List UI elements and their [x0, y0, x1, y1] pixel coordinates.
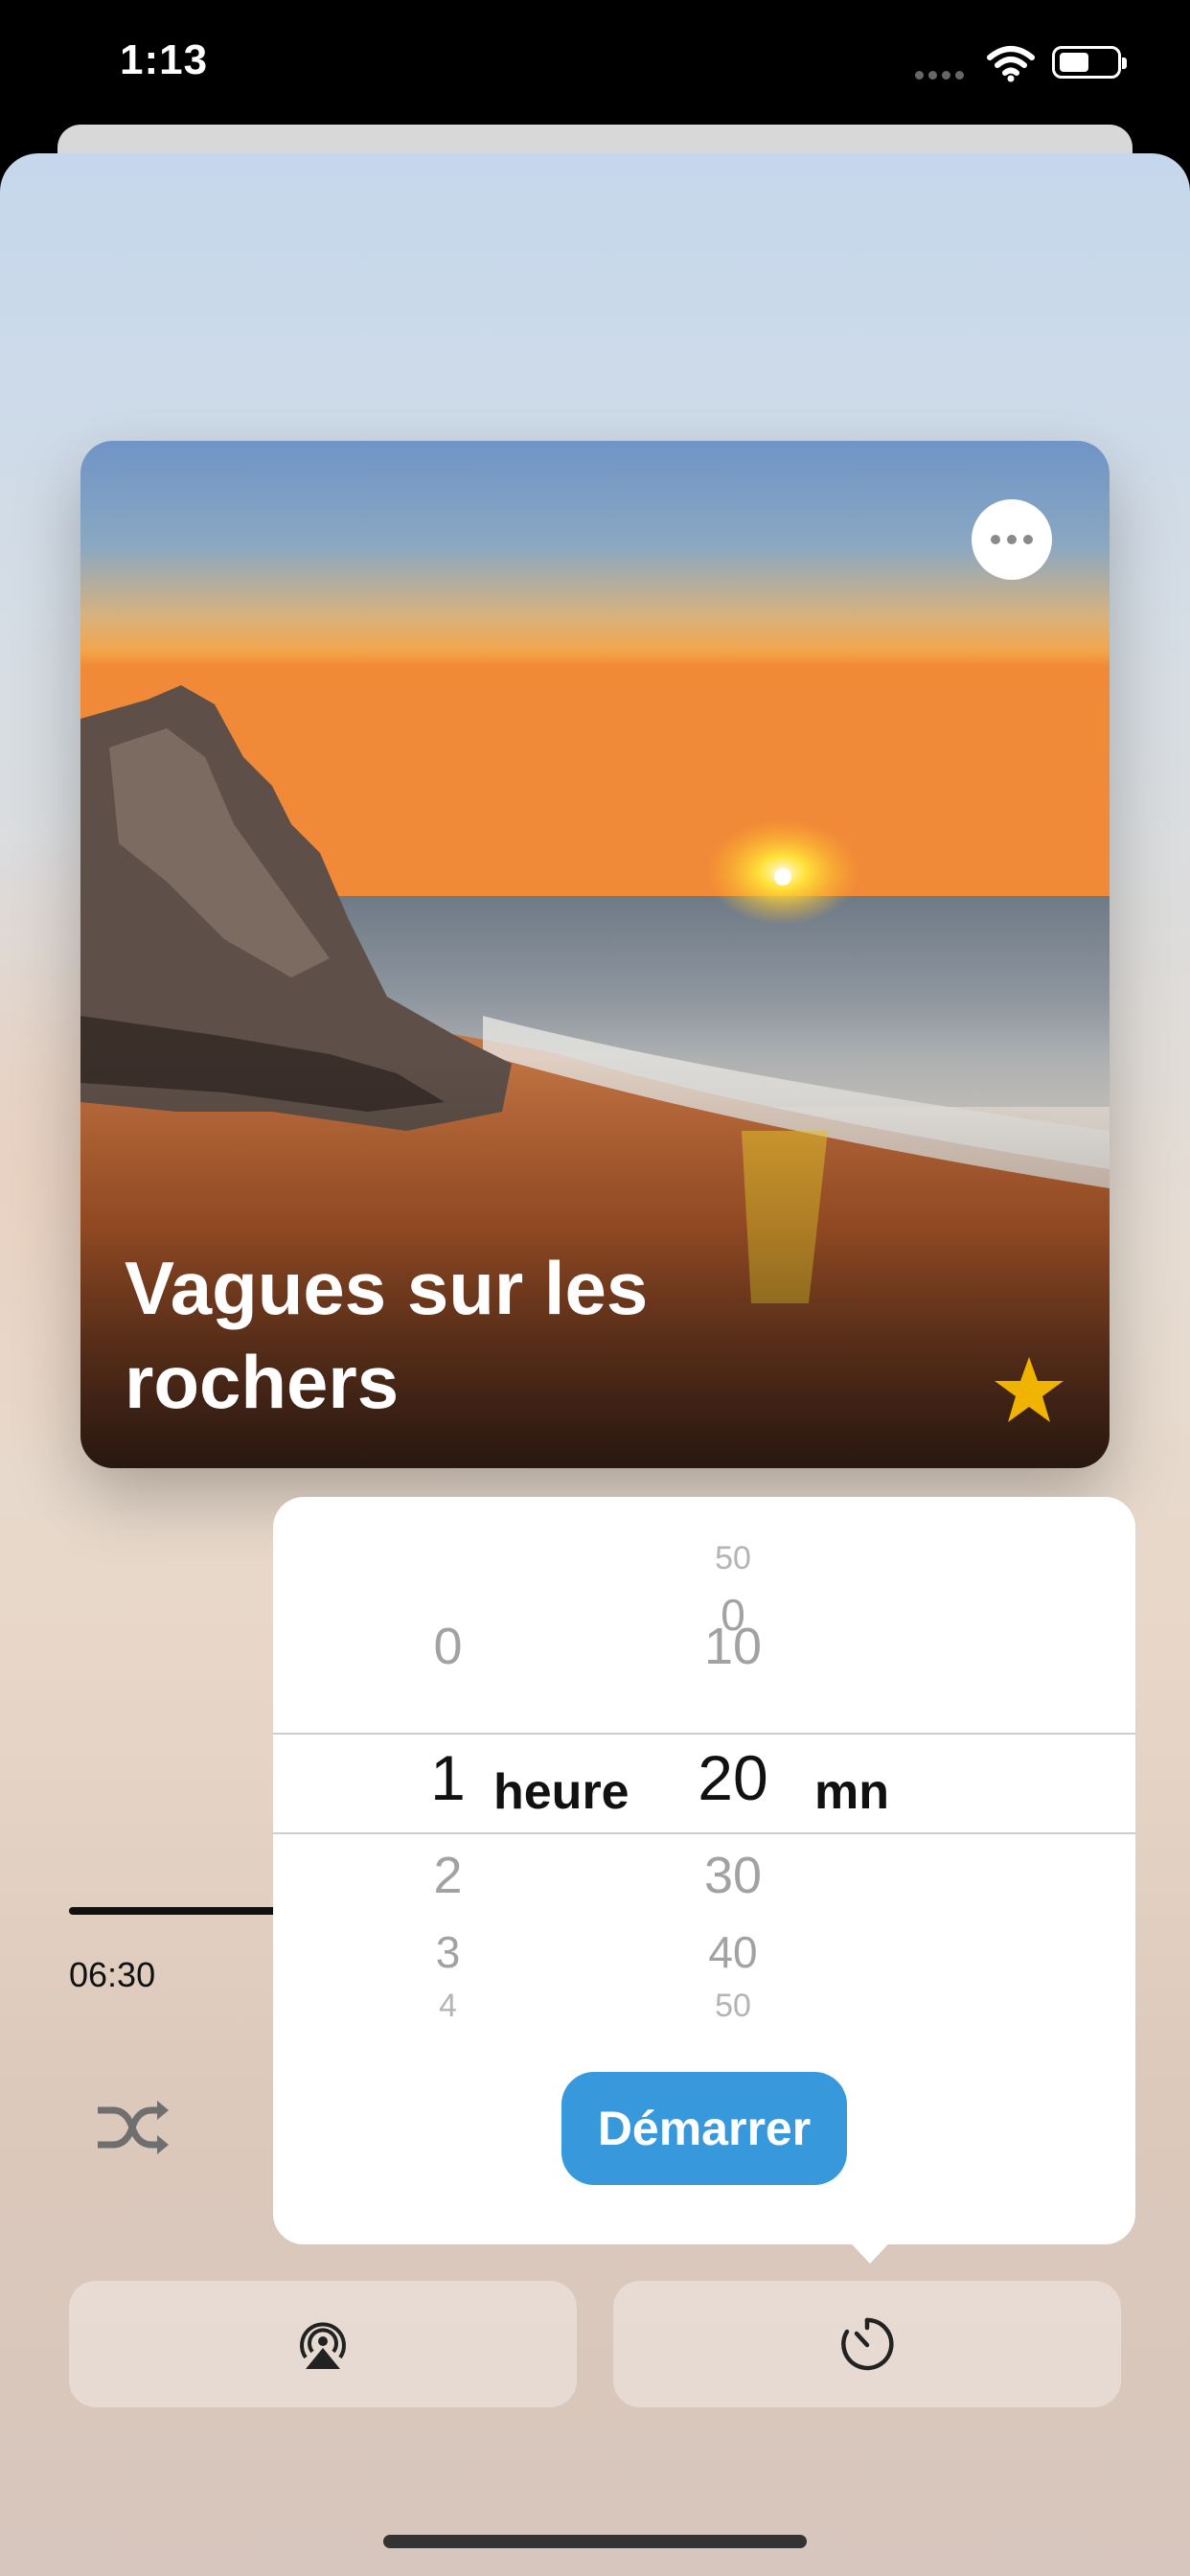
- minute-option[interactable]: 10: [652, 1617, 814, 1676]
- wifi-icon: [987, 46, 1035, 82]
- hour-option[interactable]: 4: [369, 1988, 527, 2025]
- airplay-button[interactable]: [69, 2281, 577, 2407]
- hours-unit-label: heure: [493, 1764, 629, 1820]
- progress-fill: [69, 1907, 280, 1915]
- hour-option[interactable]: 3: [369, 1926, 527, 1978]
- minute-selected[interactable]: 20: [652, 1741, 814, 1814]
- battery-icon: [1052, 46, 1127, 79]
- more-options-button[interactable]: [972, 499, 1052, 580]
- sleep-timer-popover: 0 1 2 3 4 heure 50 0 10 20 30 40 50 mn D…: [273, 1497, 1135, 2244]
- hour-option[interactable]: 2: [369, 1846, 527, 1905]
- minutes-unit-label: mn: [814, 1764, 889, 1820]
- minute-option[interactable]: 30: [652, 1846, 814, 1905]
- status-bar: 1:13: [0, 0, 1190, 144]
- minute-option[interactable]: 40: [652, 1926, 814, 1978]
- picker-selection-top: [273, 1733, 1135, 1735]
- timer-icon: [841, 2317, 894, 2371]
- picker-selection-bottom: [273, 1832, 1135, 1834]
- home-indicator[interactable]: [383, 2535, 807, 2548]
- favorite-star-icon[interactable]: [993, 1355, 1065, 1424]
- airplay-icon: [300, 2322, 346, 2369]
- hour-option[interactable]: 0: [369, 1617, 527, 1676]
- shuffle-icon[interactable]: [94, 2097, 171, 2158]
- elapsed-time: 06:30: [69, 1955, 156, 1994]
- minute-option[interactable]: 50: [652, 1988, 814, 2025]
- minute-option[interactable]: 50: [652, 1540, 814, 1577]
- status-time: 1:13: [120, 36, 209, 83]
- track-title: Vagues sur les rochers: [125, 1246, 649, 1424]
- sleep-timer-button[interactable]: [613, 2281, 1121, 2407]
- cellular-signal-icon: [915, 67, 969, 84]
- start-timer-button[interactable]: Démarrer: [561, 2072, 847, 2185]
